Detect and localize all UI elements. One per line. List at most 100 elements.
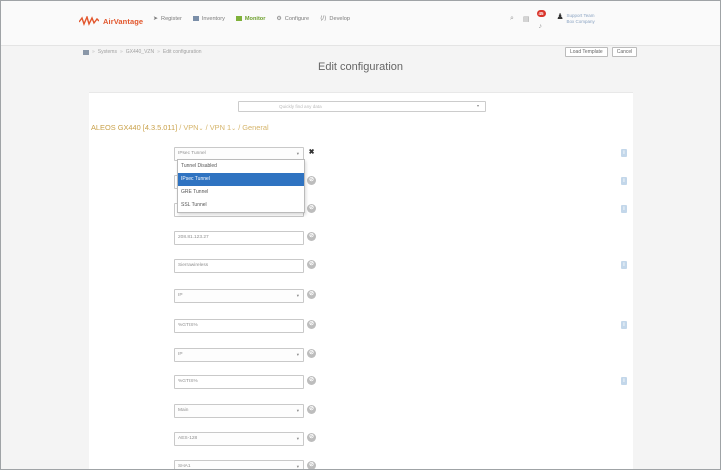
form-row: My Identity TypeIP▾⊘ [89, 289, 633, 303]
nav-configure-label: Configure [284, 15, 310, 22]
main-nav: ➤ Register Inventory Monitor ⚙ Configure… [153, 15, 350, 23]
info-icon[interactable]: i [621, 205, 627, 213]
reset-icon[interactable]: ⊘ [307, 320, 316, 329]
info-icon[interactable]: i [621, 149, 627, 157]
text-field[interactable]: 208.81.123.27 [174, 231, 304, 245]
text-field[interactable]: Sierrawireless [174, 259, 304, 273]
form-row: IKE Encryption AlgorithmAES-128▾⊘ [89, 432, 633, 446]
field-value: %GTIS% [178, 379, 198, 384]
select-field[interactable]: IP ▾ [174, 289, 304, 303]
chevron-down-icon[interactable]: ⌄ [199, 126, 204, 132]
close-icon[interactable]: ✖ [307, 148, 316, 157]
vpn-type-dropdown-list: Tunnel Disabled IPsec Tunnel GRE Tunnel … [177, 159, 305, 213]
section-heading: ALEOS GX440 [4.3.5.011] / VPN⌄ / VPN 1⌄ … [91, 123, 269, 132]
reset-icon[interactable]: ⊘ [307, 349, 316, 358]
reset-icon[interactable]: ⊘ [307, 204, 316, 213]
select-field[interactable]: SHA1 ▾ [174, 460, 304, 469]
field-value: %GTIS% [178, 323, 198, 328]
field-value: Sierrawireless [178, 263, 209, 268]
bell-icon: ♪ [538, 22, 543, 30]
reset-icon[interactable]: ⊘ [307, 176, 316, 185]
notification-badge: 45 [536, 9, 546, 17]
text-field[interactable]: %GTIS% [174, 319, 304, 333]
form-row: Peer Identity - IP%GTIS%⊘i [89, 375, 633, 389]
nav-register-label: Register [161, 15, 182, 22]
configure-icon: ⚙ [276, 16, 282, 22]
dropdown-option-selected[interactable]: IPsec Tunnel [178, 173, 304, 186]
inventory-icon [192, 16, 199, 21]
nav-inventory[interactable]: Inventory [192, 15, 225, 22]
app-window: AirVantage ➤ Register Inventory Monitor … [0, 0, 721, 470]
user-icon: ♟ [556, 12, 564, 21]
form-row: VPN 1 TypeIPsec Tunnel▾✖i [89, 147, 633, 161]
field-value: AES-128 [178, 436, 198, 441]
nav-develop[interactable]: ⟨/⟩ Develop [320, 15, 350, 23]
dropdown-option[interactable]: Tunnel Disabled [178, 160, 304, 173]
airvantage-logo[interactable]: AirVantage [79, 13, 143, 29]
user-company: Box Company [566, 19, 595, 24]
reset-icon[interactable]: ⊘ [307, 461, 316, 469]
select-field[interactable]: Main ▾ [174, 404, 304, 418]
page-actions: Load Template Cancel [565, 47, 638, 57]
user-menu[interactable]: ♟ Support Team Box Company [557, 13, 595, 25]
form-row: IKE Authentication Algorit...SHA1▾⊘ [89, 460, 633, 469]
form-row: Preshared Key 1Sierrawireless⊘i [89, 259, 633, 273]
chevron-down-icon: ▾ [296, 352, 299, 357]
register-icon: ➤ [153, 16, 159, 22]
info-icon[interactable]: i [621, 377, 627, 385]
select-field[interactable]: IP ▾ [174, 348, 304, 362]
reset-icon[interactable]: ⊘ [307, 290, 316, 299]
chevron-down-icon: ▾ [296, 464, 299, 469]
breadcrumb-system-name[interactable]: GX440_VZN [126, 49, 154, 55]
breadcrumb-current: Edit configuration [162, 49, 202, 55]
form-row: My Identity - IP%GTIS%⊘i [89, 319, 633, 333]
top-navigation-bar: AirVantage ➤ Register Inventory Monitor … [1, 1, 720, 46]
chevron-down-icon: ▾ [296, 293, 299, 298]
path-general: / General [238, 123, 269, 132]
nav-monitor[interactable]: Monitor [235, 15, 265, 22]
form-row: Peer Identity TypeIP▾⊘ [89, 348, 633, 362]
field-value: Main [178, 408, 189, 413]
page-title: Edit configuration [318, 61, 403, 73]
field-value: IP [178, 352, 183, 357]
search-input[interactable]: Quickly find any data [238, 101, 486, 112]
form-row: SNTP Server Address⊘i [89, 203, 633, 217]
dropdown-option[interactable]: SSL Tunnel [178, 199, 304, 212]
breadcrumb-systems[interactable]: Systems [98, 49, 117, 55]
nav-register[interactable]: ➤ Register [153, 15, 182, 23]
load-template-button[interactable]: Load Template [565, 47, 608, 57]
cancel-button[interactable]: Cancel [611, 47, 638, 57]
form-row: Negotiation ModeMain▾⊘ [89, 404, 633, 418]
form-row: VPN Gateway Address208.81.123.27⊘ [89, 231, 633, 245]
reset-icon[interactable]: ⊘ [307, 376, 316, 385]
develop-icon: ⟨/⟩ [320, 16, 327, 22]
info-icon[interactable]: i [621, 177, 627, 185]
field-value: 208.81.123.27 [178, 235, 209, 240]
path-vpn[interactable]: / VPN [179, 123, 198, 132]
reset-icon[interactable]: ⊘ [307, 260, 316, 269]
reset-icon[interactable]: ⊘ [307, 232, 316, 241]
search-icon[interactable]: ⌕ [510, 15, 514, 23]
reset-icon[interactable]: ⊘ [307, 405, 316, 414]
chevron-down-icon: ▾ [296, 408, 299, 413]
select-field[interactable]: AES-128 ▾ [174, 432, 304, 446]
chevron-down-icon[interactable]: ⌄ [231, 126, 236, 132]
text-field[interactable]: %GTIS% [174, 375, 304, 389]
reset-icon[interactable]: ⊘ [307, 433, 316, 442]
field-value: SHA1 [178, 464, 191, 469]
nav-develop-label: Develop [329, 15, 350, 22]
form-row: VPN 1 Status⊘i [89, 175, 633, 189]
systems-icon [83, 49, 89, 55]
notifications[interactable]: ♪ 45 [536, 9, 548, 30]
breadcrumb: » Systems » GX440_VZN » Edit configurati… [83, 49, 202, 55]
info-icon[interactable]: i [621, 321, 627, 329]
monitor-icon [235, 16, 242, 21]
grid-icon[interactable]: ▤ [523, 15, 530, 23]
search-dropdown-icon[interactable]: ▾ [477, 103, 479, 108]
dropdown-option[interactable]: GRE Tunnel [178, 186, 304, 199]
path-vpn1[interactable]: / VPN 1 [206, 123, 231, 132]
airvantage-logo-icon [79, 16, 99, 26]
info-icon[interactable]: i [621, 261, 627, 269]
chevron-down-icon: ▾ [296, 436, 299, 441]
nav-configure[interactable]: ⚙ Configure [276, 15, 310, 23]
